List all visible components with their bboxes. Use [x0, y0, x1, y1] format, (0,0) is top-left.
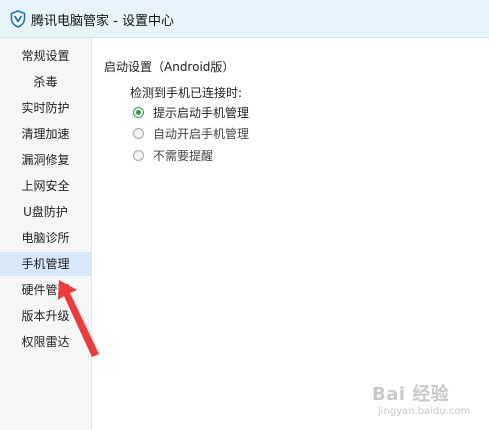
option-prompt-launch[interactable]: 提示启动手机管理 [133, 103, 249, 121]
settings-panel: 启动设置（Android版） 检测到手机已连接时: 提示启动手机管理 自动开启手… [92, 38, 489, 430]
watermark-main: Bai 经验 [372, 384, 450, 405]
sidebar-item-realtime[interactable]: 实时防护 [0, 96, 91, 120]
sidebar-item-vulnerability[interactable]: 漏洞修复 [0, 148, 91, 172]
sidebar: 常规设置 杀毒 实时防护 清理加速 漏洞修复 上网安全 U盘防护 电脑诊所 手机… [0, 38, 92, 430]
sidebar-item-usb-protection[interactable]: U盘防护 [0, 200, 91, 224]
baidu-watermark: Bai 经验 jingyan.baidu.com [372, 380, 482, 424]
radio-unchecked-icon[interactable] [133, 149, 144, 161]
sidebar-item-phone-management[interactable]: 手机管理 [0, 252, 91, 276]
sidebar-item-pc-clinic[interactable]: 电脑诊所 [0, 226, 91, 250]
option-label: 自动开启手机管理 [153, 126, 250, 141]
sidebar-item-antivirus[interactable]: 杀毒 [0, 70, 91, 94]
sidebar-item-web-security[interactable]: 上网安全 [0, 174, 91, 198]
watermark-url: jingyan.baidu.com [378, 406, 471, 417]
radio-unchecked-icon[interactable] [133, 127, 144, 139]
option-label: 不需要提醒 [153, 148, 214, 163]
section-title: 启动设置（Android版） [104, 60, 235, 74]
section-subtitle: 检测到手机已连接时: [130, 86, 243, 100]
shield-logo-icon [10, 10, 26, 28]
sidebar-item-general[interactable]: 常规设置 [0, 44, 91, 68]
option-no-reminder[interactable]: 不需要提醒 [133, 146, 213, 164]
sidebar-item-cleanup[interactable]: 清理加速 [0, 122, 91, 146]
window-title: 腾讯电脑管家 - 设置中心 [31, 14, 174, 29]
radio-checked-icon[interactable] [133, 106, 144, 118]
option-label: 提示启动手机管理 [153, 105, 250, 120]
red-arrow-icon [58, 280, 99, 357]
option-auto-launch[interactable]: 自动开启手机管理 [133, 124, 249, 142]
title-bar: 腾讯电脑管家 - 设置中心 [0, 0, 489, 38]
